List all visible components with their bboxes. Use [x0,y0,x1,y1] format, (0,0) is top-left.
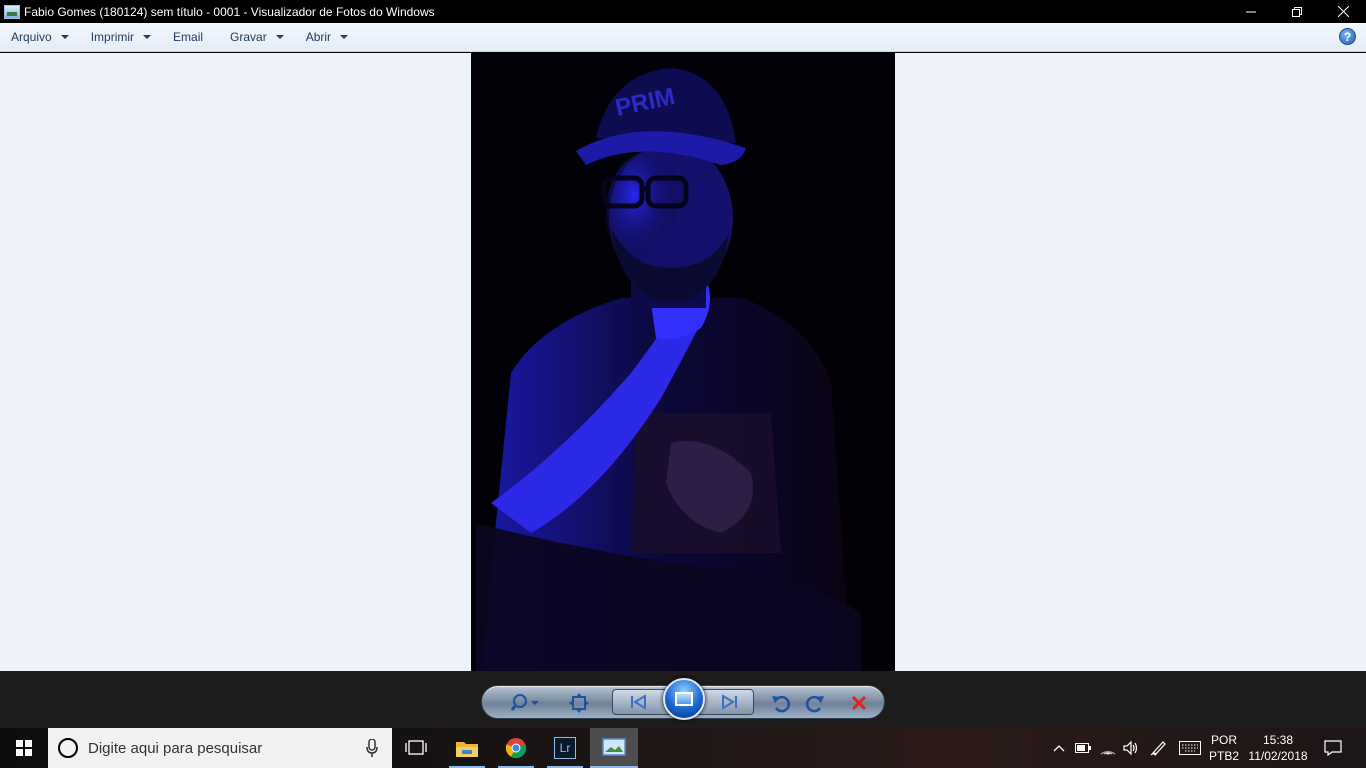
menu-arquivo-label: Arquivo [11,30,52,44]
menu-gravar[interactable]: Gravar [219,23,295,51]
photo-viewer-app-icon[interactable] [4,4,20,19]
help-icon: ? [1343,29,1352,44]
chevron-down-icon [340,35,349,39]
window-controls [1228,0,1366,23]
chrome-button[interactable] [492,728,540,768]
start-button[interactable] [0,728,48,768]
windows-logo-icon [16,740,32,756]
microphone-icon[interactable] [366,739,378,757]
displayed-photo[interactable]: PRIM [471,53,895,671]
show-hidden-icons-button[interactable] [1050,728,1068,768]
menu-abrir-label: Abrir [305,30,332,44]
photo-viewer-taskbar-button[interactable] [590,728,638,768]
close-button[interactable] [1320,0,1366,23]
chevron-down-icon [143,35,152,39]
delete-icon [851,695,867,711]
rotate-clockwise-icon [805,695,824,713]
next-icon [722,694,737,710]
action-center-button[interactable] [1318,728,1348,768]
battery-tray-icon[interactable] [1072,728,1094,768]
lightroom-button[interactable]: Lr [541,728,589,768]
system-clock[interactable]: 15:38 11/02/2018 [1245,732,1311,764]
cortana-icon [58,738,78,758]
actual-size-button[interactable] [568,692,590,714]
restore-icon [1292,6,1302,17]
lightroom-icon: Lr [554,737,576,759]
menu-arquivo[interactable]: Arquivo [0,23,80,51]
clock-date: 11/02/2018 [1248,749,1308,763]
taskbar: Digite aqui para pesquisar Lr POR PTB2 1… [0,728,1366,768]
slideshow-icon [675,692,693,706]
portrait-photo-image: PRIM [471,53,895,671]
restore-button[interactable] [1274,0,1320,23]
help-button[interactable]: ? [1339,28,1356,45]
file-explorer-button[interactable] [443,728,491,768]
viewer-control-bar [0,671,1366,728]
lightroom-icon-label: Lr [559,741,571,755]
folder-icon [456,742,478,757]
touch-keyboard-tray-icon[interactable] [1177,728,1203,768]
zoom-icon [511,694,539,711]
menu-imprimir[interactable]: Imprimir [80,23,162,51]
minimize-icon [1246,11,1256,12]
previous-button[interactable] [627,691,649,713]
chevron-down-icon [275,35,284,39]
language-code: POR [1210,733,1237,747]
next-button[interactable] [719,691,741,713]
menu-bar: Arquivo Imprimir Email Gravar Abrir ? [0,23,1366,52]
menu-gravar-label: Gravar [230,30,267,44]
photo-viewer-icon [602,738,626,756]
chrome-icon [505,738,527,759]
rotate-clockwise-button[interactable] [804,692,826,714]
title-bar: Fabio Gomes (180124) sem título - 0001 -… [0,0,1366,23]
previous-icon [631,694,646,710]
window-title: Fabio Gomes (180124) sem título - 0001 -… [24,4,435,19]
menu-imprimir-label: Imprimir [90,30,135,44]
delete-button[interactable] [848,692,870,714]
battery-icon [1075,743,1091,753]
task-view-icon [405,740,427,755]
menu-email[interactable]: Email [162,23,219,51]
zoom-button[interactable] [510,692,542,714]
menu-abrir[interactable]: Abrir [295,23,359,51]
menu-email-label: Email [173,30,204,44]
pen-workspace-icon [1150,741,1166,756]
keyboard-layout-code: PTB2 [1208,749,1239,763]
pen-tray-icon[interactable] [1148,728,1170,768]
controls-pill [481,678,885,720]
clock-time: 15:38 [1262,733,1294,747]
chevron-up-icon [1053,745,1065,752]
taskbar-search-box[interactable]: Digite aqui para pesquisar [48,728,392,768]
chevron-down-icon [60,35,69,39]
input-language-indicator[interactable]: POR PTB2 [1205,732,1243,764]
minimize-button[interactable] [1228,0,1274,23]
actual-size-icon [569,693,589,713]
slideshow-button[interactable] [663,678,705,720]
speaker-icon [1123,741,1138,755]
keyboard-icon [1179,741,1201,755]
wifi-icon [1100,751,1116,755]
rotate-counterclockwise-button[interactable] [770,692,792,714]
rotate-counterclockwise-icon [772,695,791,713]
task-view-button[interactable] [392,728,440,768]
volume-tray-icon[interactable] [1120,728,1142,768]
close-icon [1337,6,1349,17]
notification-icon [1324,740,1342,756]
search-placeholder: Digite aqui para pesquisar [88,739,263,757]
network-tray-icon[interactable] [1097,728,1119,768]
image-viewer-area: PRIM [0,53,1366,671]
